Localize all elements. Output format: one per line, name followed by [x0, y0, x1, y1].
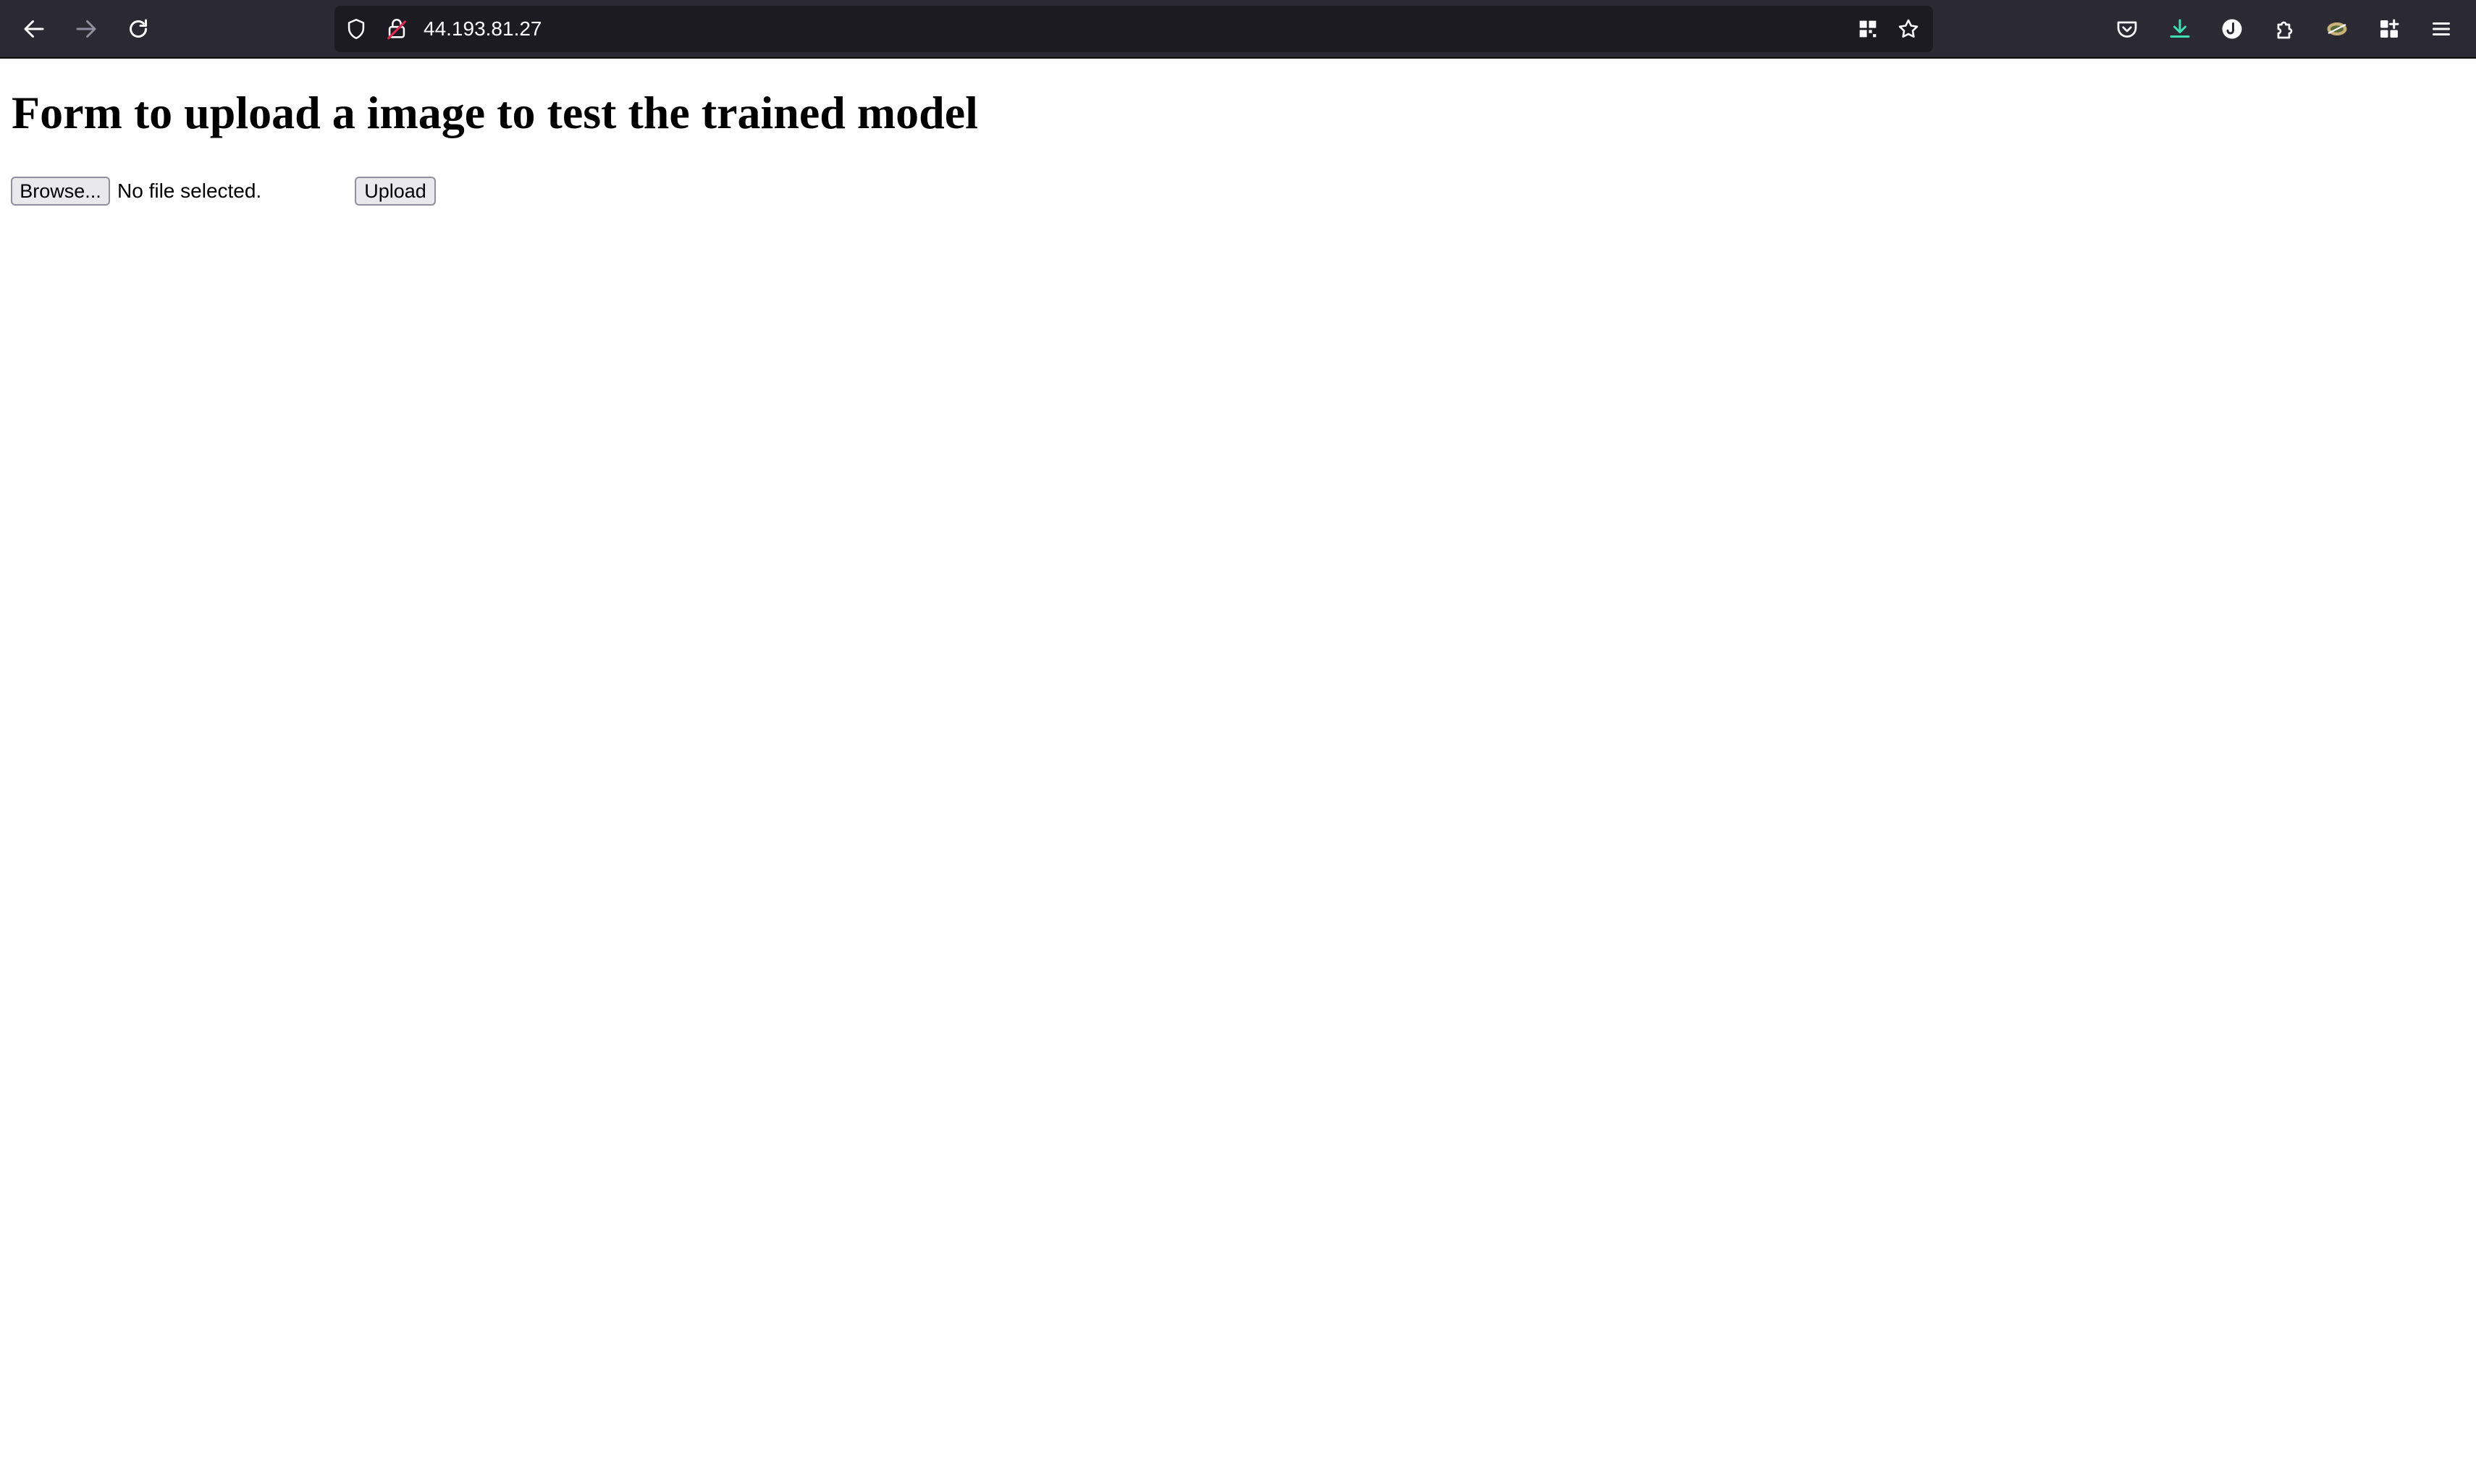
- account-icon: [2222, 19, 2242, 39]
- url-bar[interactable]: 44.193.81.27: [334, 6, 1933, 52]
- star-icon[interactable]: [1895, 16, 1921, 42]
- upload-button[interactable]: Upload: [355, 177, 436, 206]
- browse-button[interactable]: Browse...: [11, 177, 110, 206]
- insecure-lock-icon[interactable]: [384, 16, 410, 42]
- account-button[interactable]: [2212, 9, 2252, 49]
- apps-icon: [2380, 19, 2399, 38]
- downloads-button[interactable]: [2160, 9, 2200, 49]
- forward-arrow-icon: [76, 20, 96, 38]
- page-title: Form to upload a image to test the train…: [12, 87, 978, 138]
- url-text[interactable]: 44.193.81.27: [424, 6, 542, 52]
- pocket-icon: [2117, 21, 2137, 38]
- pocket-button[interactable]: [2107, 9, 2147, 49]
- extensions-button[interactable]: [2265, 9, 2305, 49]
- back-button[interactable]: [14, 9, 54, 49]
- extension-item-button[interactable]: [2317, 9, 2357, 49]
- page-content: Form to upload a image to test the train…: [0, 59, 2476, 1484]
- more-tools-button[interactable]: [2369, 9, 2409, 49]
- extension-icon: [2327, 22, 2347, 35]
- puzzle-icon: [2277, 21, 2293, 39]
- hamburger-menu-icon: [2433, 22, 2450, 35]
- reload-icon: [130, 19, 147, 38]
- qr-code-icon[interactable]: [1855, 16, 1881, 42]
- app-menu-button[interactable]: [2421, 9, 2462, 49]
- shield-icon[interactable]: [343, 16, 369, 42]
- browser-toolbar: 44.193.81.27: [0, 0, 2476, 59]
- back-arrow-icon: [24, 20, 44, 38]
- forward-button[interactable]: [66, 9, 106, 49]
- file-status-text: No file selected.: [117, 180, 262, 202]
- download-icon: [2170, 19, 2190, 38]
- reload-button[interactable]: [118, 9, 159, 49]
